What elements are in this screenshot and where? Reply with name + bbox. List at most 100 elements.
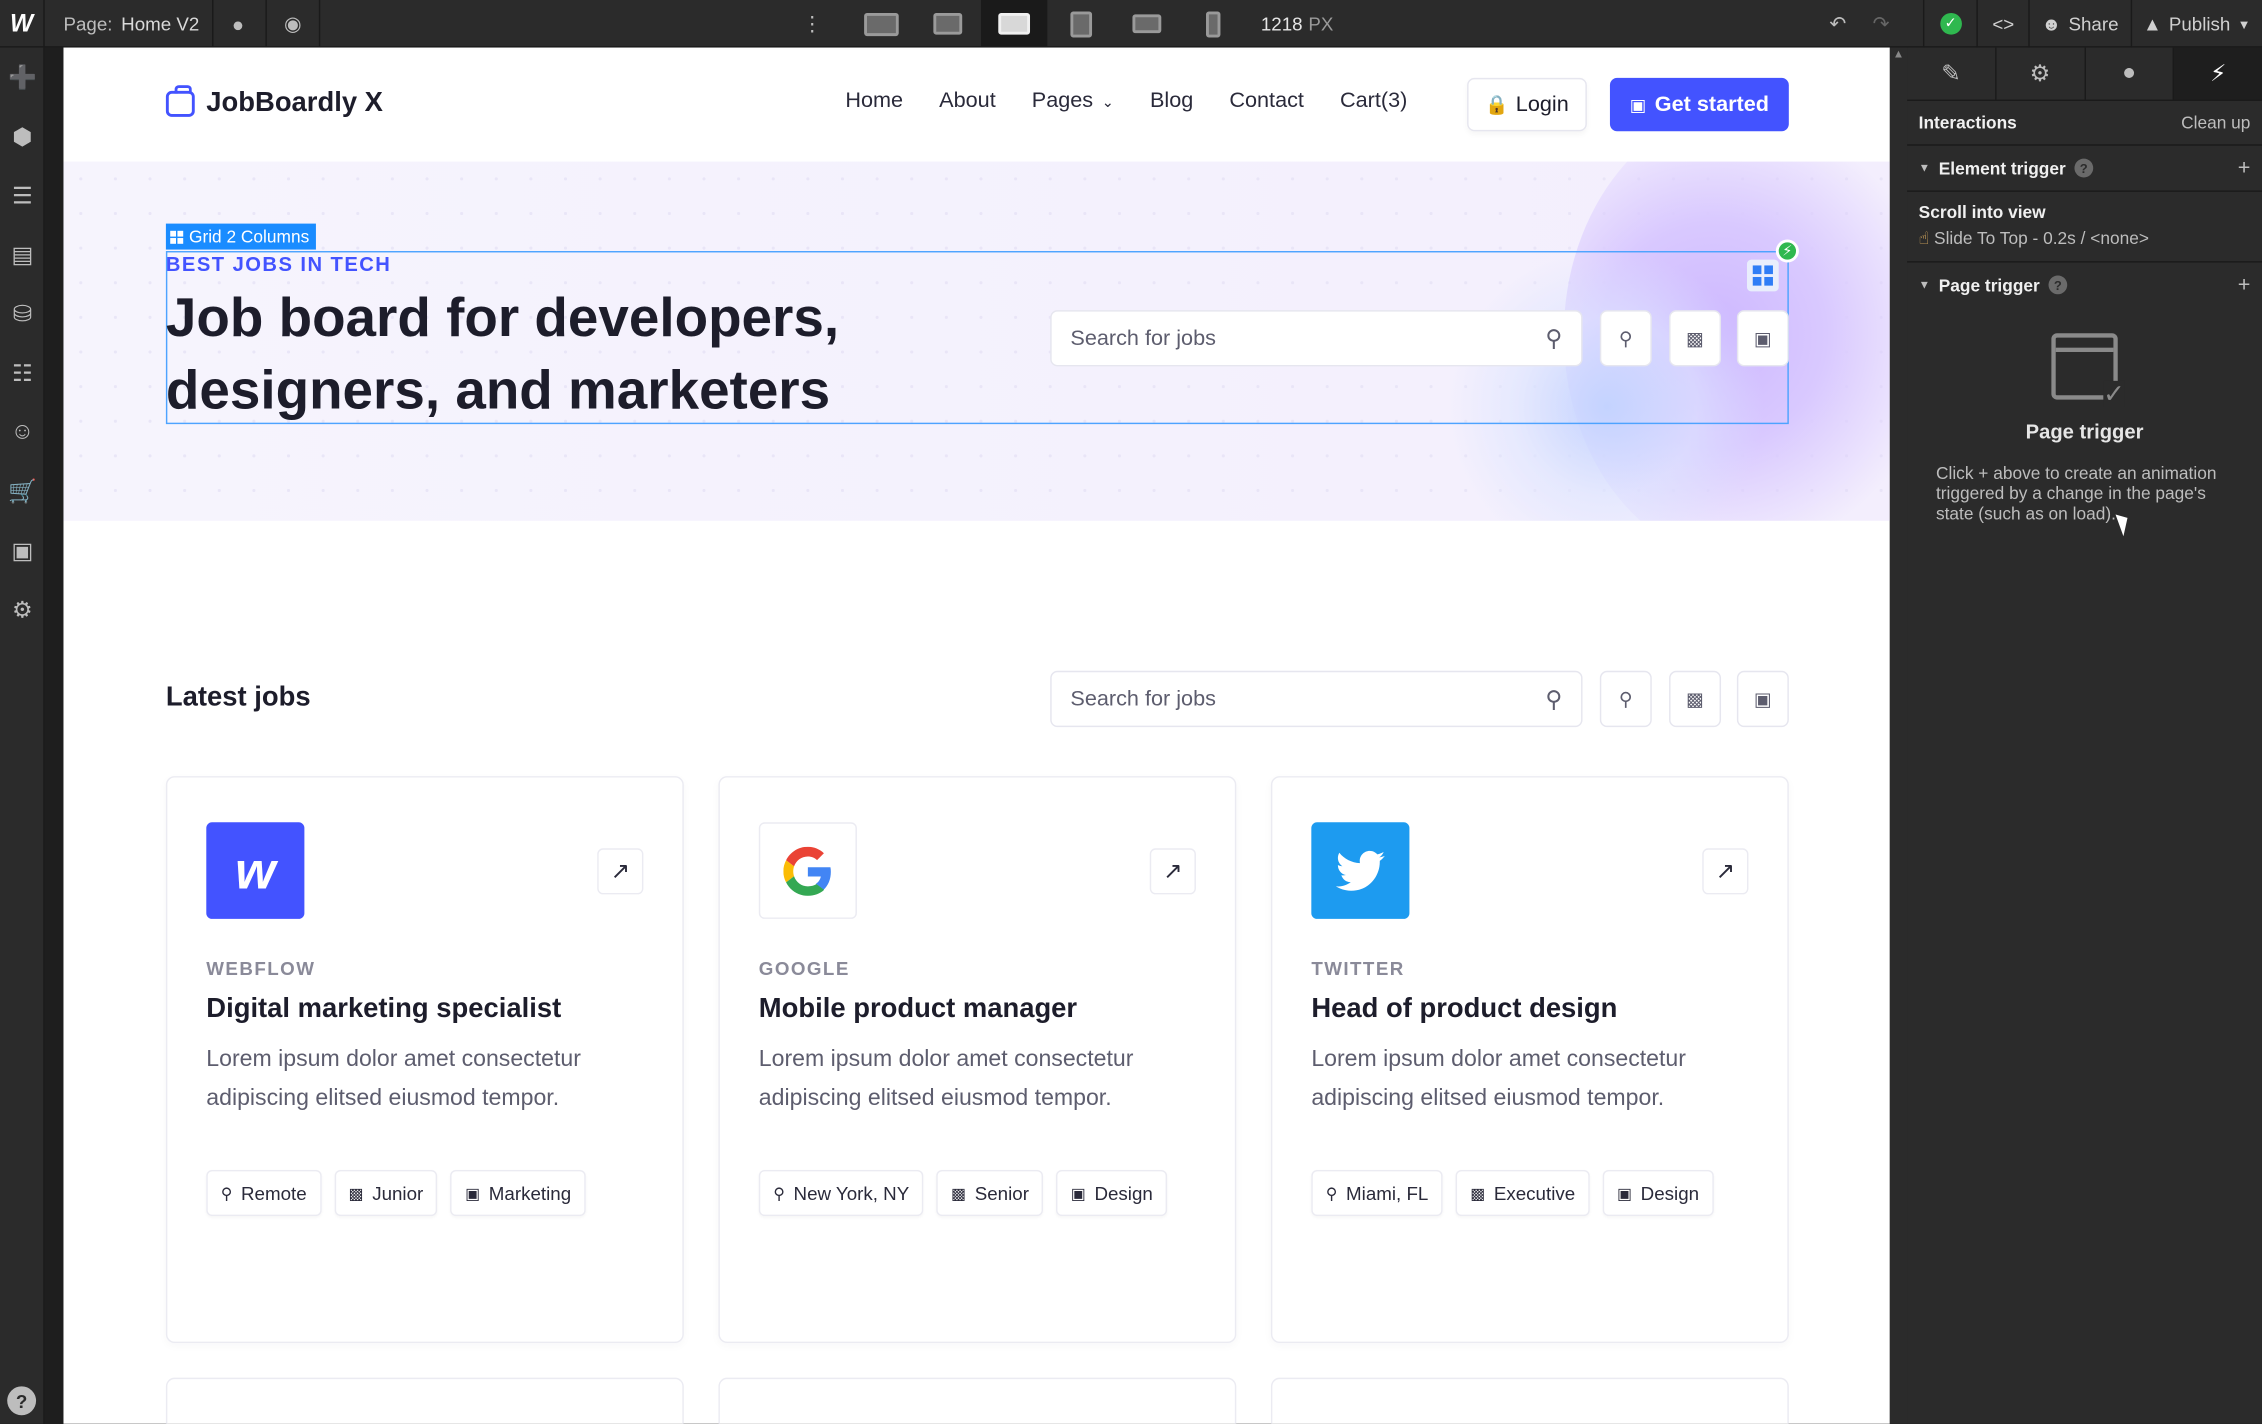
page-name: Home V2: [121, 12, 200, 35]
nav-pages-label: Pages: [1031, 87, 1094, 113]
users-icon[interactable]: ☺: [0, 402, 45, 461]
level-filter-icon[interactable]: ▩: [1669, 310, 1722, 367]
pin-icon: ⚲: [1325, 1185, 1338, 1203]
job-card-partial[interactable]: [165, 1377, 684, 1424]
level-tag: ▩ Senior: [936, 1169, 1044, 1217]
hero-eyebrow: BEST JOBS IN TECH: [165, 252, 392, 276]
arrow-up-right-icon[interactable]: ↗: [597, 848, 644, 895]
share-button[interactable]: ☻ Share: [2028, 0, 2131, 48]
hero-search-input[interactable]: Search for jobs ⚲: [1050, 310, 1583, 367]
briefcase-icon: ▣: [1617, 1185, 1633, 1203]
location-filter-icon[interactable]: ⚲: [1599, 670, 1652, 728]
nav-pages[interactable]: Pages ⌄: [1032, 88, 1114, 113]
code-icon[interactable]: <>: [1976, 0, 2029, 48]
grid-icon: [170, 230, 184, 244]
location-filter-icon[interactable]: ⚲: [1599, 310, 1652, 367]
style-brush-icon[interactable]: ✎: [1907, 47, 1997, 100]
job-card[interactable]: ↗ GOOGLE Mobile product manager Lorem ip…: [718, 776, 1237, 1344]
breakpoint-1920-icon[interactable]: [848, 0, 914, 48]
job-card[interactable]: w ↗ WEBFLOW Digital marketing specialist…: [165, 776, 684, 1344]
empty-state-description: Click + above to create an animation tri…: [1935, 463, 2217, 524]
style-manager-drops-icon[interactable]: ●: [2085, 47, 2175, 100]
latest-jobs-title: Latest jobs: [165, 682, 311, 713]
element-trigger-section[interactable]: ▼ Element trigger ? +: [1907, 144, 2262, 190]
logic-flow-icon[interactable]: ☷: [0, 343, 45, 402]
nav-contact[interactable]: Contact: [1229, 88, 1304, 113]
webflow-menu-icon[interactable]: W: [0, 0, 45, 48]
job-title: Mobile product manager: [758, 993, 1078, 1025]
department-filter-icon[interactable]: ▣: [1736, 670, 1789, 728]
job-card[interactable]: ↗ TWITTER Head of product design Lorem i…: [1270, 776, 1789, 1344]
topbar-right: ✓ <> ☻ Share ▲ Publish ▼: [1923, 0, 2262, 48]
breakpoint-tablet-icon[interactable]: [1047, 0, 1113, 48]
ecommerce-cart-icon[interactable]: 🛒: [0, 462, 45, 521]
breakpoint-desktop-icon[interactable]: [980, 0, 1048, 48]
tag-label: Executive: [1493, 1182, 1576, 1204]
design-canvas[interactable]: JobBoardly X Home About Pages ⌄ Blog Cont…: [63, 47, 1890, 1424]
settings-gear-icon[interactable]: ⚙: [0, 580, 45, 639]
trigger-item[interactable]: Scroll into view ☝ Slide To Top - 0.2s /…: [1907, 190, 2262, 261]
tag-label: Design: [1094, 1182, 1153, 1204]
more-options-icon[interactable]: ⋮: [798, 0, 827, 48]
location-tag: ⚲ Remote: [206, 1169, 322, 1217]
nav-about[interactable]: About: [939, 88, 996, 113]
arrow-up-right-icon[interactable]: ↗: [1702, 848, 1749, 895]
preview-eye-icon[interactable]: ◉: [271, 0, 314, 48]
selected-element-tag[interactable]: Grid 2 Columns: [165, 223, 317, 250]
empty-state-title: Page trigger: [2025, 419, 2144, 443]
phone-portrait-icon: [1206, 10, 1221, 37]
browser-window-check-icon: ✓: [2051, 333, 2125, 407]
login-button[interactable]: 🔒 Login: [1467, 77, 1587, 132]
brand-name: JobBoardly X: [206, 87, 383, 119]
arrow-up-right-icon[interactable]: ↗: [1149, 848, 1196, 895]
get-started-button[interactable]: ▣ Get started: [1609, 77, 1789, 132]
interactions-bolt-icon[interactable]: ⚡: [2174, 47, 2262, 100]
site-brand[interactable]: JobBoardly X: [165, 85, 383, 120]
add-panel-icon[interactable]: ➕: [0, 48, 45, 107]
page-selector[interactable]: Page: Home V2: [63, 0, 199, 48]
grid-settings-icon[interactable]: [1746, 259, 1779, 292]
comments-icon[interactable]: ●: [216, 0, 259, 48]
nav-cart[interactable]: Cart(3): [1340, 88, 1407, 113]
breakpoint-1440-icon[interactable]: [915, 0, 981, 48]
breakpoint-landscape-icon[interactable]: [1114, 0, 1180, 48]
nav-blog[interactable]: Blog: [1150, 88, 1193, 113]
page-trigger-section[interactable]: ▼ Page trigger ? +: [1907, 261, 2262, 307]
login-label: Login: [1515, 92, 1569, 117]
tag-label: Senior: [974, 1182, 1029, 1204]
help-icon[interactable]: ?: [7, 1386, 37, 1416]
left-toolbar: ➕ ⬢ ☰ ▤ ⛁ ☷ ☺ 🛒 ▣ ⚙ ?: [0, 47, 45, 1424]
help-icon[interactable]: ?: [2074, 158, 2094, 178]
department-filter-icon[interactable]: ▣: [1736, 310, 1789, 367]
element-trigger-title: Element trigger: [1938, 157, 2066, 179]
company-name: GOOGLE: [758, 957, 850, 980]
level-filter-icon[interactable]: ▩: [1669, 670, 1722, 728]
hand-pointer-icon: ☝: [1918, 227, 1930, 249]
clean-up-button[interactable]: Clean up: [2181, 113, 2250, 133]
help-icon[interactable]: ?: [2048, 275, 2068, 295]
pages-icon[interactable]: ▤: [0, 225, 45, 284]
breakpoint-portrait-icon[interactable]: [1180, 0, 1246, 48]
redo-icon[interactable]: ↷: [1867, 0, 1896, 48]
components-cube-icon[interactable]: ⬢: [0, 107, 45, 166]
publish-button[interactable]: ▲ Publish ▼: [2130, 0, 2262, 48]
interaction-bolt-icon[interactable]: ⚡: [1775, 239, 1799, 263]
job-card-partial[interactable]: [1270, 1377, 1789, 1424]
viewport-width[interactable]: 1218 PX: [1261, 0, 1334, 48]
navigator-icon[interactable]: ☰: [0, 166, 45, 225]
add-page-trigger-icon[interactable]: +: [2238, 273, 2251, 298]
pin-icon: ⚲: [220, 1185, 233, 1203]
add-element-trigger-icon[interactable]: +: [2238, 156, 2251, 181]
nav-home[interactable]: Home: [845, 88, 903, 113]
cms-database-icon[interactable]: ⛁: [0, 284, 45, 343]
job-card-partial[interactable]: [718, 1377, 1237, 1424]
canvas-scrollbar[interactable]: ▲: [1889, 47, 1908, 1424]
settings-gear-icon[interactable]: ⚙: [1996, 47, 2086, 100]
latest-search-input[interactable]: Search for jobs ⚲: [1050, 670, 1583, 728]
status-check-icon[interactable]: ✓: [1923, 0, 1976, 48]
check-icon: ✓: [1939, 12, 1962, 35]
scroll-up-icon[interactable]: ▲: [1893, 48, 1905, 65]
briefcase-icon: ▣: [1629, 94, 1647, 115]
undo-icon[interactable]: ↶: [1823, 0, 1852, 48]
assets-icon[interactable]: ▣: [0, 521, 45, 580]
